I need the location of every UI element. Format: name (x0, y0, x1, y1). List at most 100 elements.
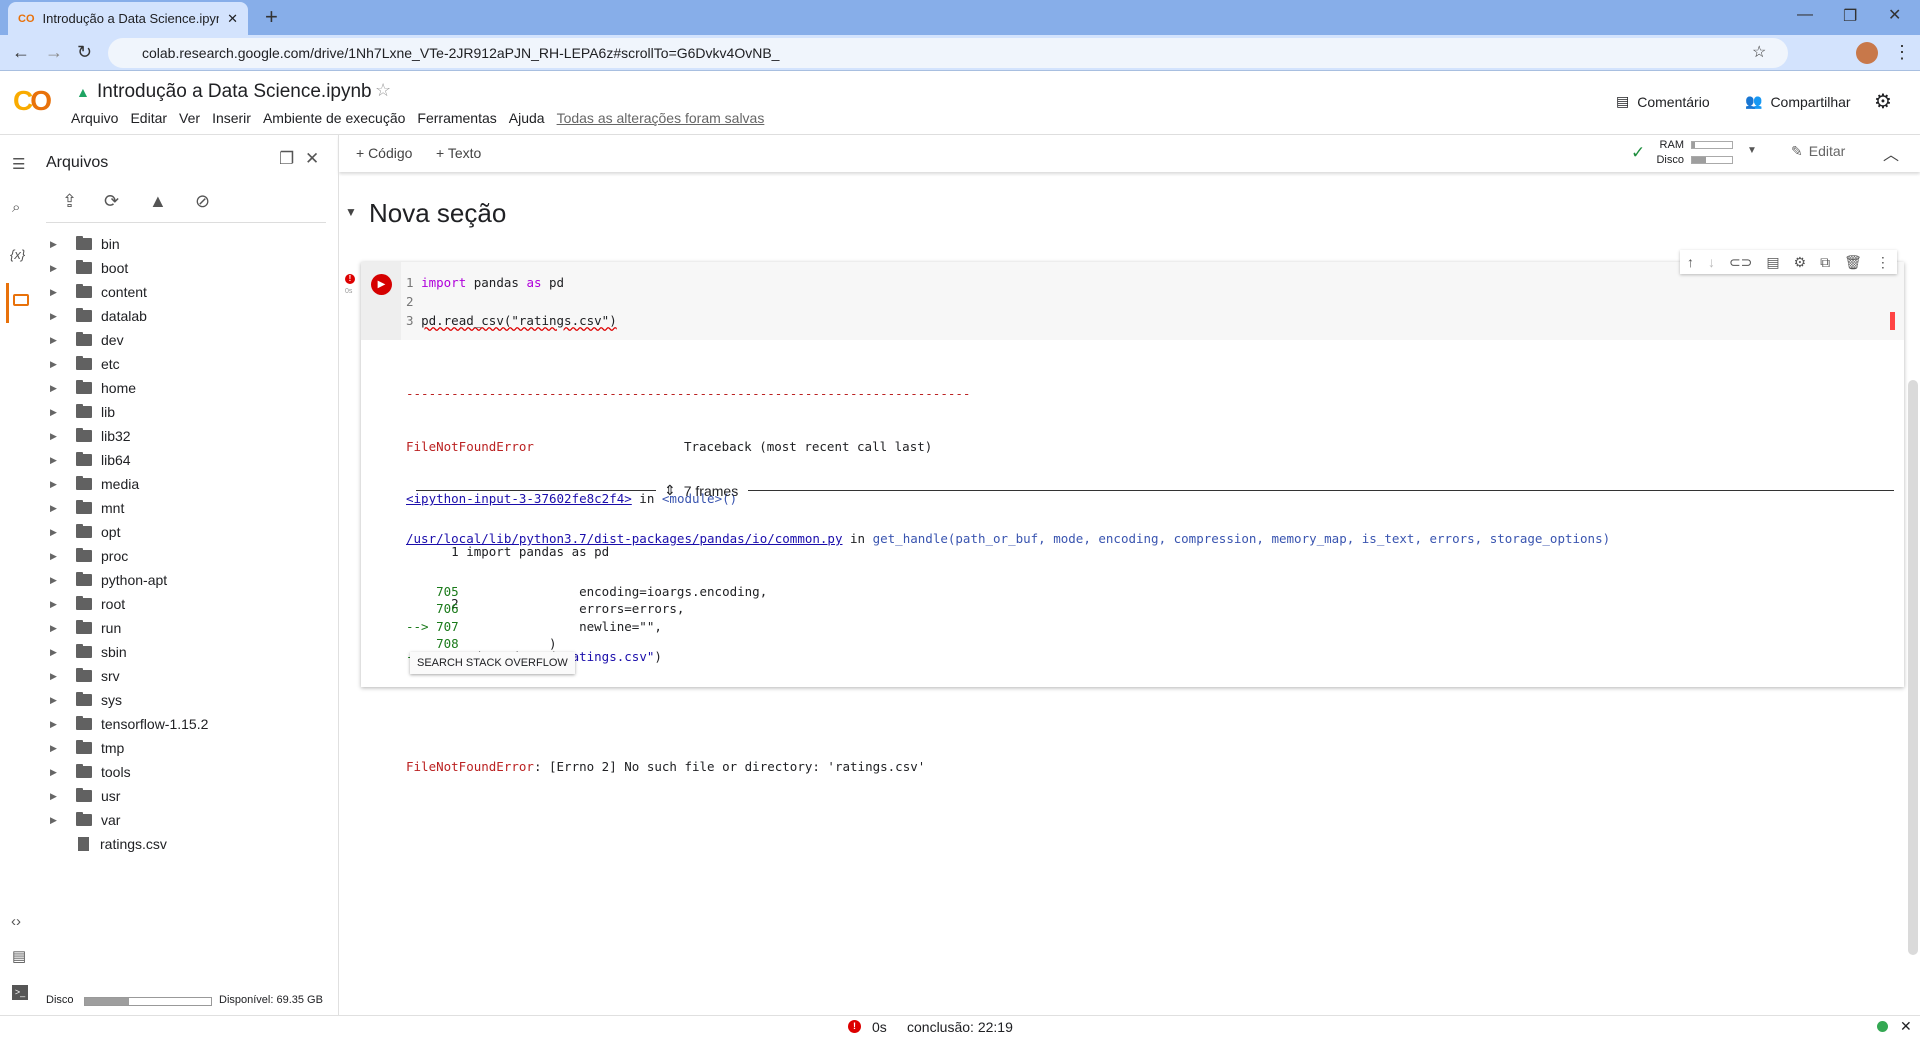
folder-item[interactable]: ▶ srv (50, 664, 120, 688)
folder-item[interactable]: ▶ lib (50, 400, 115, 424)
move-down-icon[interactable]: ↓ (1708, 254, 1715, 270)
notebook-title[interactable]: Introdução a Data Science.ipynb (97, 81, 372, 103)
command-palette-icon[interactable]: ▤ (12, 947, 26, 965)
close-status-icon[interactable]: ✕ (1900, 1018, 1912, 1035)
menu-ver[interactable]: Ver (179, 110, 200, 126)
folder-item[interactable]: ▶ dev (50, 328, 124, 352)
expand-arrow-icon[interactable]: ▶ (50, 455, 64, 466)
folder-item[interactable]: ▶ etc (50, 352, 120, 376)
expand-arrow-icon[interactable]: ▶ (50, 359, 64, 370)
comment-button[interactable]: ▤ Comentário (1616, 93, 1710, 110)
expand-arrow-icon[interactable]: ▶ (50, 239, 64, 250)
expand-arrow-icon[interactable]: ▶ (50, 791, 64, 802)
expand-arrow-icon[interactable]: ▶ (50, 311, 64, 322)
expand-arrow-icon[interactable]: ▶ (50, 767, 64, 778)
url-bar[interactable]: colab.research.google.com/drive/1Nh7Lxne… (108, 38, 1788, 68)
add-text-button[interactable]: + Texto (436, 145, 481, 161)
expand-arrow-icon[interactable]: ▶ (50, 743, 64, 754)
folder-item[interactable]: ▶ lib64 (50, 448, 131, 472)
folder-item[interactable]: ▶ root (50, 592, 125, 616)
new-tab-icon[interactable]: + (265, 4, 278, 30)
expand-arrow-icon[interactable]: ▶ (50, 335, 64, 346)
cell-settings-icon[interactable]: ⚙ (1794, 254, 1807, 271)
expand-arrow-icon[interactable]: ▶ (50, 575, 64, 586)
settings-gear-icon[interactable]: ⚙ (1874, 89, 1892, 114)
folder-item[interactable]: ▶ python-apt (50, 568, 167, 592)
refresh-folder-icon[interactable]: ⟳ (104, 191, 119, 212)
expand-arrow-icon[interactable]: ▶ (50, 671, 64, 682)
expand-arrow-icon[interactable]: ▶ (50, 599, 64, 610)
bookmark-star-icon[interactable]: ☆ (1752, 42, 1766, 62)
reload-icon[interactable]: ↻ (77, 42, 92, 63)
menu-ajuda[interactable]: Ajuda (509, 110, 545, 126)
folder-item[interactable]: ▶ bin (50, 232, 120, 256)
folder-item[interactable]: ▶ datalab (50, 304, 147, 328)
resources-dropdown-icon[interactable]: ▼ (1747, 145, 1757, 156)
close-window-icon[interactable]: ✕ (1888, 5, 1901, 25)
move-up-icon[interactable]: ↑ (1687, 254, 1694, 270)
browser-tab[interactable]: CO Introdução a Data Science.ipynb ✕ (8, 2, 248, 35)
star-icon[interactable]: ☆ (375, 80, 391, 101)
toc-icon[interactable]: ☰ (12, 155, 25, 173)
expand-arrow-icon[interactable]: ▶ (50, 431, 64, 442)
expand-arrow-icon[interactable]: ▶ (50, 695, 64, 706)
folder-item[interactable]: ▶ home (50, 376, 136, 400)
collapse-chevron-icon[interactable]: ︿ (1883, 141, 1899, 165)
search-icon[interactable]: ⌕ (12, 199, 20, 216)
menu-arquivo[interactable]: Arquivo (71, 110, 118, 126)
resources-labels[interactable]: RAM Disco (1649, 138, 1684, 168)
mirror-cell-icon[interactable]: ⧉ (1820, 254, 1830, 271)
browser-menu-icon[interactable]: ⋮ (1893, 42, 1911, 63)
expand-arrow-icon[interactable]: ▶ (50, 551, 64, 562)
folder-item[interactable]: ▶ tensorflow-1.15.2 (50, 712, 208, 736)
scrollbar-thumb[interactable] (1908, 380, 1918, 955)
folder-item[interactable]: ▶ var (50, 808, 120, 832)
folder-item[interactable]: ▶ content (50, 280, 147, 304)
more-icon[interactable]: ⋮ (1876, 254, 1890, 271)
code-editor[interactable]: ▶ 1 import pandas as pd 2 3 pd.read_csv(… (361, 262, 1904, 340)
folder-item[interactable]: ▶ sbin (50, 640, 127, 664)
folder-item[interactable]: ▶ media (50, 472, 139, 496)
menu-ambiente[interactable]: Ambiente de execução (263, 110, 405, 126)
run-button[interactable]: ▶ (371, 274, 392, 295)
expand-arrow-icon[interactable]: ▶ (50, 503, 64, 514)
folder-item[interactable]: ▶ mnt (50, 496, 124, 520)
colab-logo[interactable]: CO (13, 85, 52, 117)
comment-cell-icon[interactable]: ▤ (1766, 254, 1779, 271)
folder-item[interactable]: ▶ opt (50, 520, 120, 544)
back-icon[interactable]: ← (12, 42, 30, 63)
expand-arrow-icon[interactable]: ▶ (50, 287, 64, 298)
expand-arrow-icon[interactable]: ▶ (50, 407, 64, 418)
variables-icon[interactable]: {x} (10, 247, 25, 262)
forward-icon[interactable]: → (45, 42, 63, 63)
add-code-button[interactable]: + Código (356, 145, 412, 161)
link-icon[interactable]: ⊂⊃ (1729, 254, 1752, 271)
open-in-tab-icon[interactable]: ❐ (279, 149, 294, 169)
profile-avatar[interactable] (1856, 42, 1878, 64)
expand-arrow-icon[interactable]: ▶ (50, 527, 64, 538)
folder-item[interactable]: ▶ run (50, 616, 121, 640)
files-folder-icon[interactable] (13, 294, 29, 306)
file-item[interactable]: ratings.csv (50, 832, 167, 856)
search-stack-overflow-button[interactable]: SEARCH STACK OVERFLOW (410, 652, 575, 674)
expand-arrow-icon[interactable]: ▶ (50, 647, 64, 658)
menu-inserir[interactable]: Inserir (212, 110, 251, 126)
expand-arrow-icon[interactable]: ▶ (50, 719, 64, 730)
menu-editar[interactable]: Editar (130, 110, 167, 126)
edit-button[interactable]: ✎ Editar (1791, 143, 1845, 160)
save-status-link[interactable]: Todas as alterações foram salvas (557, 110, 765, 126)
close-tab-icon[interactable]: ✕ (227, 11, 238, 27)
folder-item[interactable]: ▶ sys (50, 688, 122, 712)
close-panel-icon[interactable]: ✕ (305, 149, 319, 169)
expand-arrow-icon[interactable]: ▶ (50, 263, 64, 274)
share-button[interactable]: 👥 Compartilhar (1745, 93, 1851, 110)
file-link[interactable]: /usr/local/lib/python3.7/dist-packages/p… (406, 531, 843, 546)
folder-item[interactable]: ▶ proc (50, 544, 128, 568)
upload-file-icon[interactable]: ⇪ (62, 191, 77, 212)
expand-arrow-icon[interactable]: ▶ (50, 623, 64, 634)
menu-ferramentas[interactable]: Ferramentas (417, 110, 496, 126)
hide-files-icon[interactable]: ⊘ (195, 191, 210, 212)
expand-arrow-icon[interactable]: ▶ (50, 479, 64, 490)
delete-icon[interactable]: 🗑 (1844, 254, 1862, 271)
folder-item[interactable]: ▶ boot (50, 256, 128, 280)
